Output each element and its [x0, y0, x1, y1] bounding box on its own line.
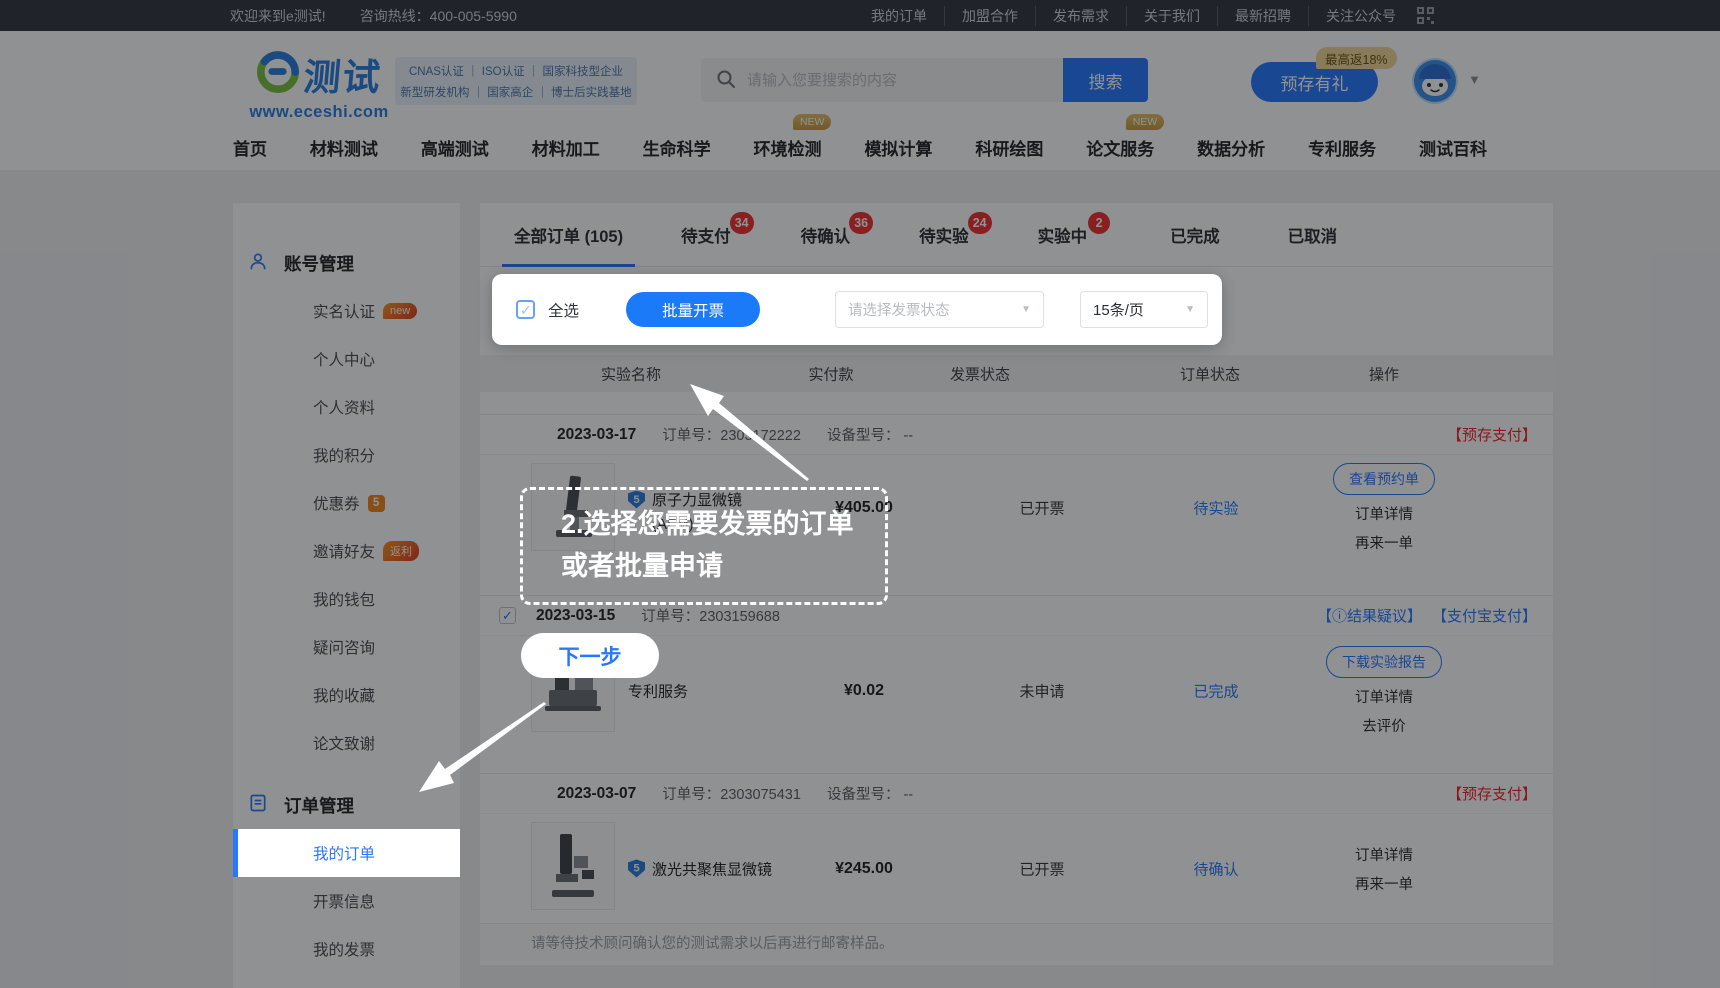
chevron-down-icon: ▼: [1021, 304, 1031, 315]
tutorial-text-line1: 2.选择您需要发票的订单: [561, 503, 885, 545]
invoice-status-filter[interactable]: 请选择发票状态 ▼: [835, 291, 1044, 328]
batch-invoice-button[interactable]: 批量开票: [626, 292, 760, 327]
page-size-select[interactable]: 15条/页 ▼: [1080, 291, 1208, 328]
chevron-down-icon: ▼: [1185, 304, 1195, 315]
sidebar-item-my-orders[interactable]: 我的订单: [233, 829, 460, 877]
invoice-status-filter-placeholder: 请选择发票状态: [848, 299, 950, 320]
tutorial-step-box: 2.选择您需要发票的订单 或者批量申请: [520, 487, 888, 605]
batch-invoice-toolbar: 全选 批量开票 请选择发票状态 ▼ 15条/页 ▼: [492, 274, 1222, 345]
page-size-value: 15条/页: [1093, 299, 1144, 320]
tutorial-next-button[interactable]: 下一步: [521, 633, 659, 678]
tutorial-text-line2: 或者批量申请: [561, 545, 885, 587]
select-all-checkbox[interactable]: [516, 300, 535, 319]
select-all-label: 全选: [548, 299, 579, 321]
